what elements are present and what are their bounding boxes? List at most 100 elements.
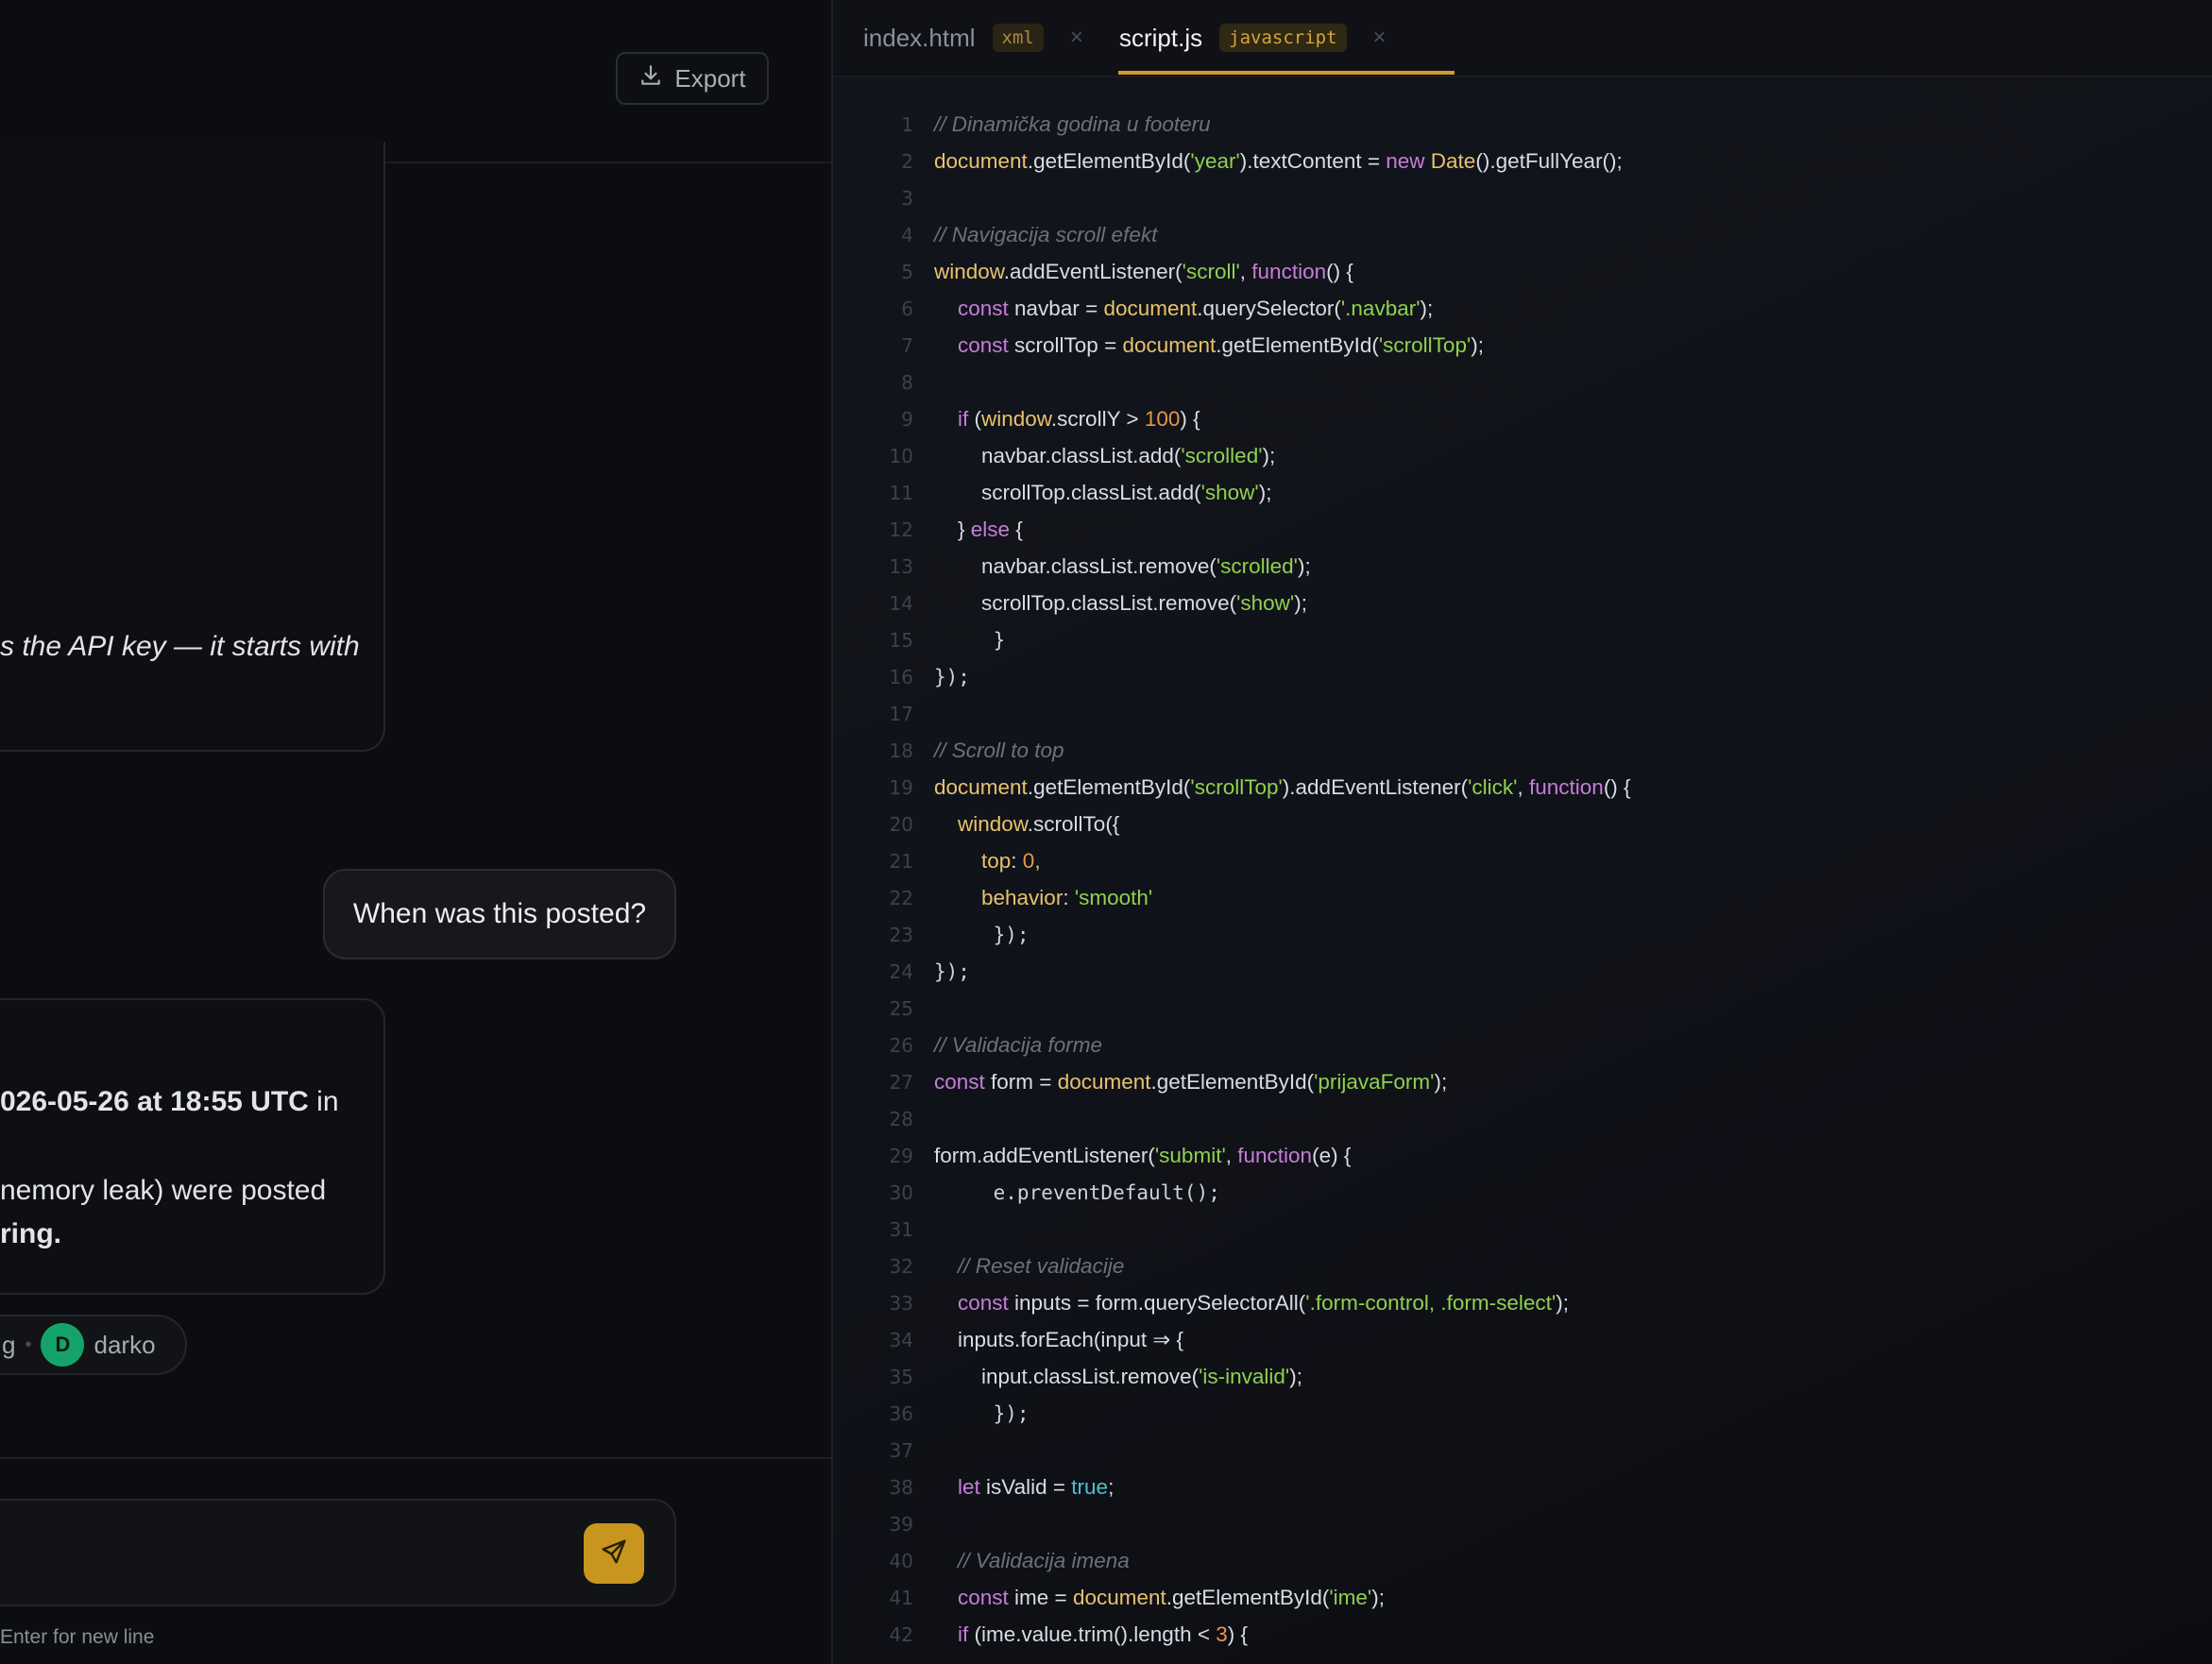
code-token: ); (1371, 1585, 1385, 1609)
code-line: 10 navbar.classList.add('scrolled'); (833, 437, 2212, 474)
code-text: // Navigacija scroll efekt (934, 223, 1157, 247)
close-icon[interactable]: × (1373, 25, 1387, 51)
code-line: 9 if (window.scrollY > 100) { (833, 400, 2212, 437)
export-label: Export (674, 63, 746, 93)
code-token: Date (1430, 148, 1476, 173)
code-token: .scrollTo({ (1027, 811, 1120, 836)
line-number: 31 (889, 1217, 913, 1241)
code-token: const (958, 1290, 1015, 1315)
code-token: function (1529, 774, 1604, 799)
code-token: '.form-control, .form-select' (1305, 1290, 1557, 1315)
code-text: }); (934, 959, 970, 984)
message-input[interactable] (0, 1499, 676, 1606)
code-token: document (934, 774, 1028, 799)
tab-index-html[interactable]: index.html xml × (863, 0, 1083, 76)
code-token: () { (1326, 259, 1353, 283)
line-number: 6 (901, 297, 913, 320)
code-token: if (958, 406, 975, 431)
code-line: 31 (833, 1211, 2212, 1248)
code-line: 4 // Navigacija scroll efekt (833, 216, 2212, 253)
separator-dot: • (25, 1333, 32, 1355)
code-text: navbar.classList.remove('scrolled'); (934, 554, 1311, 579)
code-token: document (1057, 1069, 1151, 1094)
line-number: 9 (901, 407, 913, 431)
code-token: input.classList.remove( (981, 1364, 1200, 1388)
code-token: 'scrollTop' (1378, 332, 1472, 357)
line-number: 14 (889, 591, 913, 615)
code-text: behavior: 'smooth' (934, 886, 1152, 910)
line-number: 18 (889, 739, 913, 762)
line-number: 28 (889, 1107, 913, 1130)
username: darko (94, 1330, 156, 1359)
code-token: if (958, 1622, 975, 1646)
code-token: { (1015, 517, 1023, 541)
code-token: ); (1297, 553, 1311, 578)
line-number: 32 (889, 1254, 913, 1278)
code-token: document (1103, 296, 1198, 320)
code-line: 24}); (833, 953, 2212, 990)
code-token: true (1071, 1474, 1109, 1499)
code-token: (e) { (1312, 1143, 1352, 1167)
line-number: 37 (889, 1438, 913, 1462)
code-token: ); (1289, 1364, 1302, 1388)
code-token: inputs.forEach(input ⇒ { (958, 1327, 1183, 1351)
code-token: ime = (1014, 1585, 1073, 1609)
code-token: 'prijavaForm' (1314, 1069, 1435, 1094)
code-line: 38 let isValid = true; (833, 1469, 2212, 1505)
line-number: 20 (889, 812, 913, 836)
line-number: 30 (889, 1180, 913, 1204)
language-badge: xml (992, 24, 1044, 52)
code-text: if (ime.value.trim().length < 3) { (934, 1622, 1248, 1647)
code-token: ); (1258, 480, 1272, 504)
code-token: (ime.value.trim().length < (974, 1622, 1217, 1646)
code-token: top (981, 848, 1012, 873)
code-text: navbar.classList.add('scrolled'); (934, 444, 1275, 468)
code-token: const (958, 296, 1015, 320)
code-token: // Validacija imena (958, 1548, 1130, 1572)
line-number: 16 (889, 665, 913, 688)
code-text: // Scroll to top (934, 739, 1064, 763)
code-token: 'scroll' (1182, 259, 1240, 283)
code-text: const scrollTop = document.getElementByI… (934, 333, 1484, 358)
code-text: window.addEventListener('scroll', functi… (934, 260, 1353, 284)
code-line: 32 // Reset validacije (833, 1248, 2212, 1284)
download-icon (638, 63, 663, 94)
send-icon (600, 1537, 628, 1571)
code-token: .querySelector( (1197, 296, 1341, 320)
code-line: 6 const navbar = document.querySelector('… (833, 290, 2212, 327)
code-text: // Dinamička godina u footeru (934, 112, 1211, 137)
code-token: ); (1556, 1290, 1569, 1315)
code-token: 'click' (1468, 774, 1518, 799)
line-number: 24 (889, 959, 913, 983)
code-token: ); (1434, 1069, 1448, 1094)
send-button[interactable] (584, 1523, 644, 1584)
tab-script-js[interactable]: script.js javascript × (1119, 0, 1387, 76)
export-button[interactable]: Export (616, 52, 769, 105)
code-token: .getElementById( (1216, 332, 1379, 357)
code-token: }); (981, 923, 1029, 946)
code-token: document (934, 148, 1028, 173)
line-number: 33 (889, 1291, 913, 1315)
line-number: 8 (901, 370, 913, 394)
code-token: , (1225, 1143, 1238, 1167)
code-text: // Validacija forme (934, 1033, 1102, 1058)
code-line: 34 inputs.forEach(input ⇒ { (833, 1321, 2212, 1358)
code-text: const form = document.getElementById('pr… (934, 1070, 1447, 1095)
editor-tabs: index.html xml × script.js javascript × (833, 0, 2212, 77)
code-line: 16}); (833, 658, 2212, 695)
code-token: // Navigacija scroll efekt (934, 222, 1158, 246)
code-line: 19 document.getElementById('scrollTop').a… (833, 769, 2212, 806)
line-number: 1 (901, 112, 913, 136)
code-text: } else { (934, 518, 1023, 542)
code-token: : (1063, 885, 1075, 909)
line-number: 40 (889, 1549, 913, 1572)
code-line: 33 const inputs = form.querySelectorAll('… (833, 1284, 2212, 1321)
code-token: 'smooth' (1074, 885, 1153, 909)
code-line: 3 (833, 179, 2212, 216)
code-token: navbar.classList.remove( (981, 553, 1217, 578)
code-token: 'show' (1200, 480, 1259, 504)
line-number: 42 (889, 1622, 913, 1646)
close-icon[interactable]: × (1070, 25, 1083, 51)
meta-fragment: g (2, 1330, 16, 1359)
code-token: ; (1108, 1474, 1115, 1499)
